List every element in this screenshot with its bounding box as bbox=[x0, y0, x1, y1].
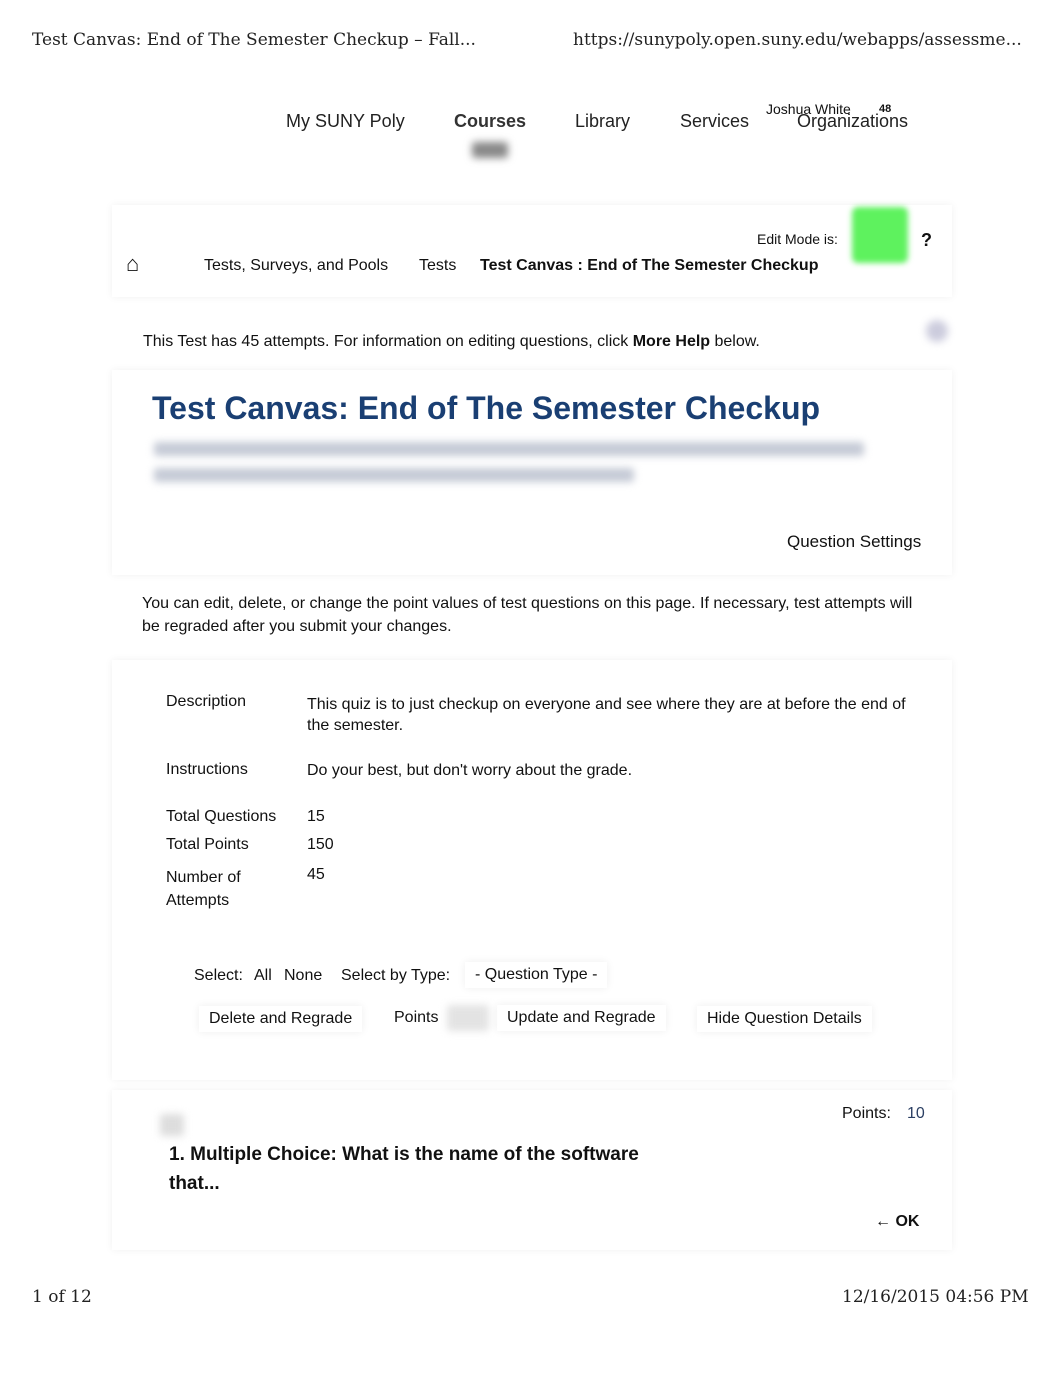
nav-courses[interactable]: Courses bbox=[454, 111, 526, 132]
total-points-label: Total Points bbox=[166, 836, 249, 853]
points-input[interactable] bbox=[447, 1005, 489, 1031]
print-page-number: 1 of 12 bbox=[32, 1287, 92, 1307]
nav-services[interactable]: Services bbox=[680, 111, 749, 132]
notification-count[interactable]: 48 bbox=[879, 103, 891, 115]
instructions-value: Do your best, but don't worry about the … bbox=[307, 762, 633, 779]
total-points-value: 150 bbox=[307, 836, 334, 853]
details-panel: Description This quiz is to just checkup… bbox=[112, 660, 952, 1080]
attempts-info: This Test has 45 attempts. For informati… bbox=[143, 333, 760, 351]
description-label: Description bbox=[166, 693, 247, 710]
info-suffix: below. bbox=[710, 333, 760, 350]
print-datetime: 12/16/2015 04:56 PM bbox=[842, 1287, 1029, 1307]
help-icon[interactable]: ? bbox=[921, 230, 932, 251]
blurred-description bbox=[154, 442, 864, 456]
total-questions-value: 15 bbox=[307, 808, 325, 825]
blurred-description-2 bbox=[154, 468, 634, 482]
instructions-label: Instructions bbox=[166, 761, 248, 778]
question-points-value[interactable]: 10 bbox=[907, 1105, 925, 1123]
breadcrumb-tests-surveys-pools[interactable]: Tests, Surveys, and Pools bbox=[204, 257, 388, 275]
total-questions-label: Total Questions bbox=[166, 808, 277, 825]
question-type-dropdown[interactable]: - Question Type - bbox=[465, 962, 607, 988]
breadcrumb-current: Test Canvas : End of The Semester Checku… bbox=[480, 257, 819, 274]
print-title: Test Canvas: End of The Semester Checkup… bbox=[32, 30, 476, 50]
nav-library[interactable]: Library bbox=[575, 111, 630, 132]
page-title: Test Canvas: End of The Semester Checkup bbox=[152, 390, 821, 426]
select-label: Select: bbox=[194, 967, 243, 984]
question-panel: Points: 10 1. Multiple Choice: What is t… bbox=[112, 1090, 952, 1250]
question-title: 1. Multiple Choice: What is the name of … bbox=[169, 1144, 639, 1194]
breadcrumb-bar: ⌂ Tests, Surveys, and Pools Tests Test C… bbox=[112, 205, 952, 297]
edit-mode-toggle[interactable] bbox=[852, 207, 908, 263]
description-value: This quiz is to just checkup on everyone… bbox=[307, 696, 906, 734]
collapse-icon[interactable] bbox=[926, 320, 948, 342]
breadcrumb-tests[interactable]: Tests bbox=[419, 257, 456, 275]
delete-regrade-button[interactable]: Delete and Regrade bbox=[199, 1006, 362, 1032]
attempts-label: Number of Attempts bbox=[166, 869, 241, 909]
edit-mode-label: Edit Mode is: bbox=[757, 231, 838, 247]
title-panel: Test Canvas: End of The Semester Checkup… bbox=[112, 370, 952, 575]
home-icon[interactable]: ⌂ bbox=[126, 251, 139, 277]
ok-button[interactable]: ← OK bbox=[875, 1213, 919, 1231]
nav-my-suny-poly[interactable]: My SUNY Poly bbox=[286, 111, 405, 132]
update-regrade-button[interactable]: Update and Regrade bbox=[497, 1005, 666, 1031]
question-settings-button[interactable]: Question Settings bbox=[787, 532, 921, 552]
select-by-type-label: Select by Type: bbox=[341, 967, 451, 984]
select-none-link[interactable]: None bbox=[284, 967, 322, 985]
question-points-label: Points: bbox=[842, 1105, 891, 1122]
user-name[interactable]: Joshua White bbox=[766, 101, 851, 117]
info-text: This Test has 45 attempts. For informati… bbox=[143, 333, 633, 350]
attempts-value: 45 bbox=[307, 866, 325, 883]
question-checkbox[interactable] bbox=[160, 1114, 184, 1136]
points-label: Points bbox=[394, 1009, 439, 1026]
print-url: https://sunypoly.open.suny.edu/webapps/a… bbox=[573, 30, 1022, 50]
courses-indicator bbox=[472, 142, 508, 158]
hide-details-button[interactable]: Hide Question Details bbox=[697, 1006, 872, 1032]
more-help-link[interactable]: More Help bbox=[633, 333, 710, 350]
select-all-link[interactable]: All bbox=[254, 967, 272, 985]
intro-text: You can edit, delete, or change the poin… bbox=[142, 595, 913, 635]
